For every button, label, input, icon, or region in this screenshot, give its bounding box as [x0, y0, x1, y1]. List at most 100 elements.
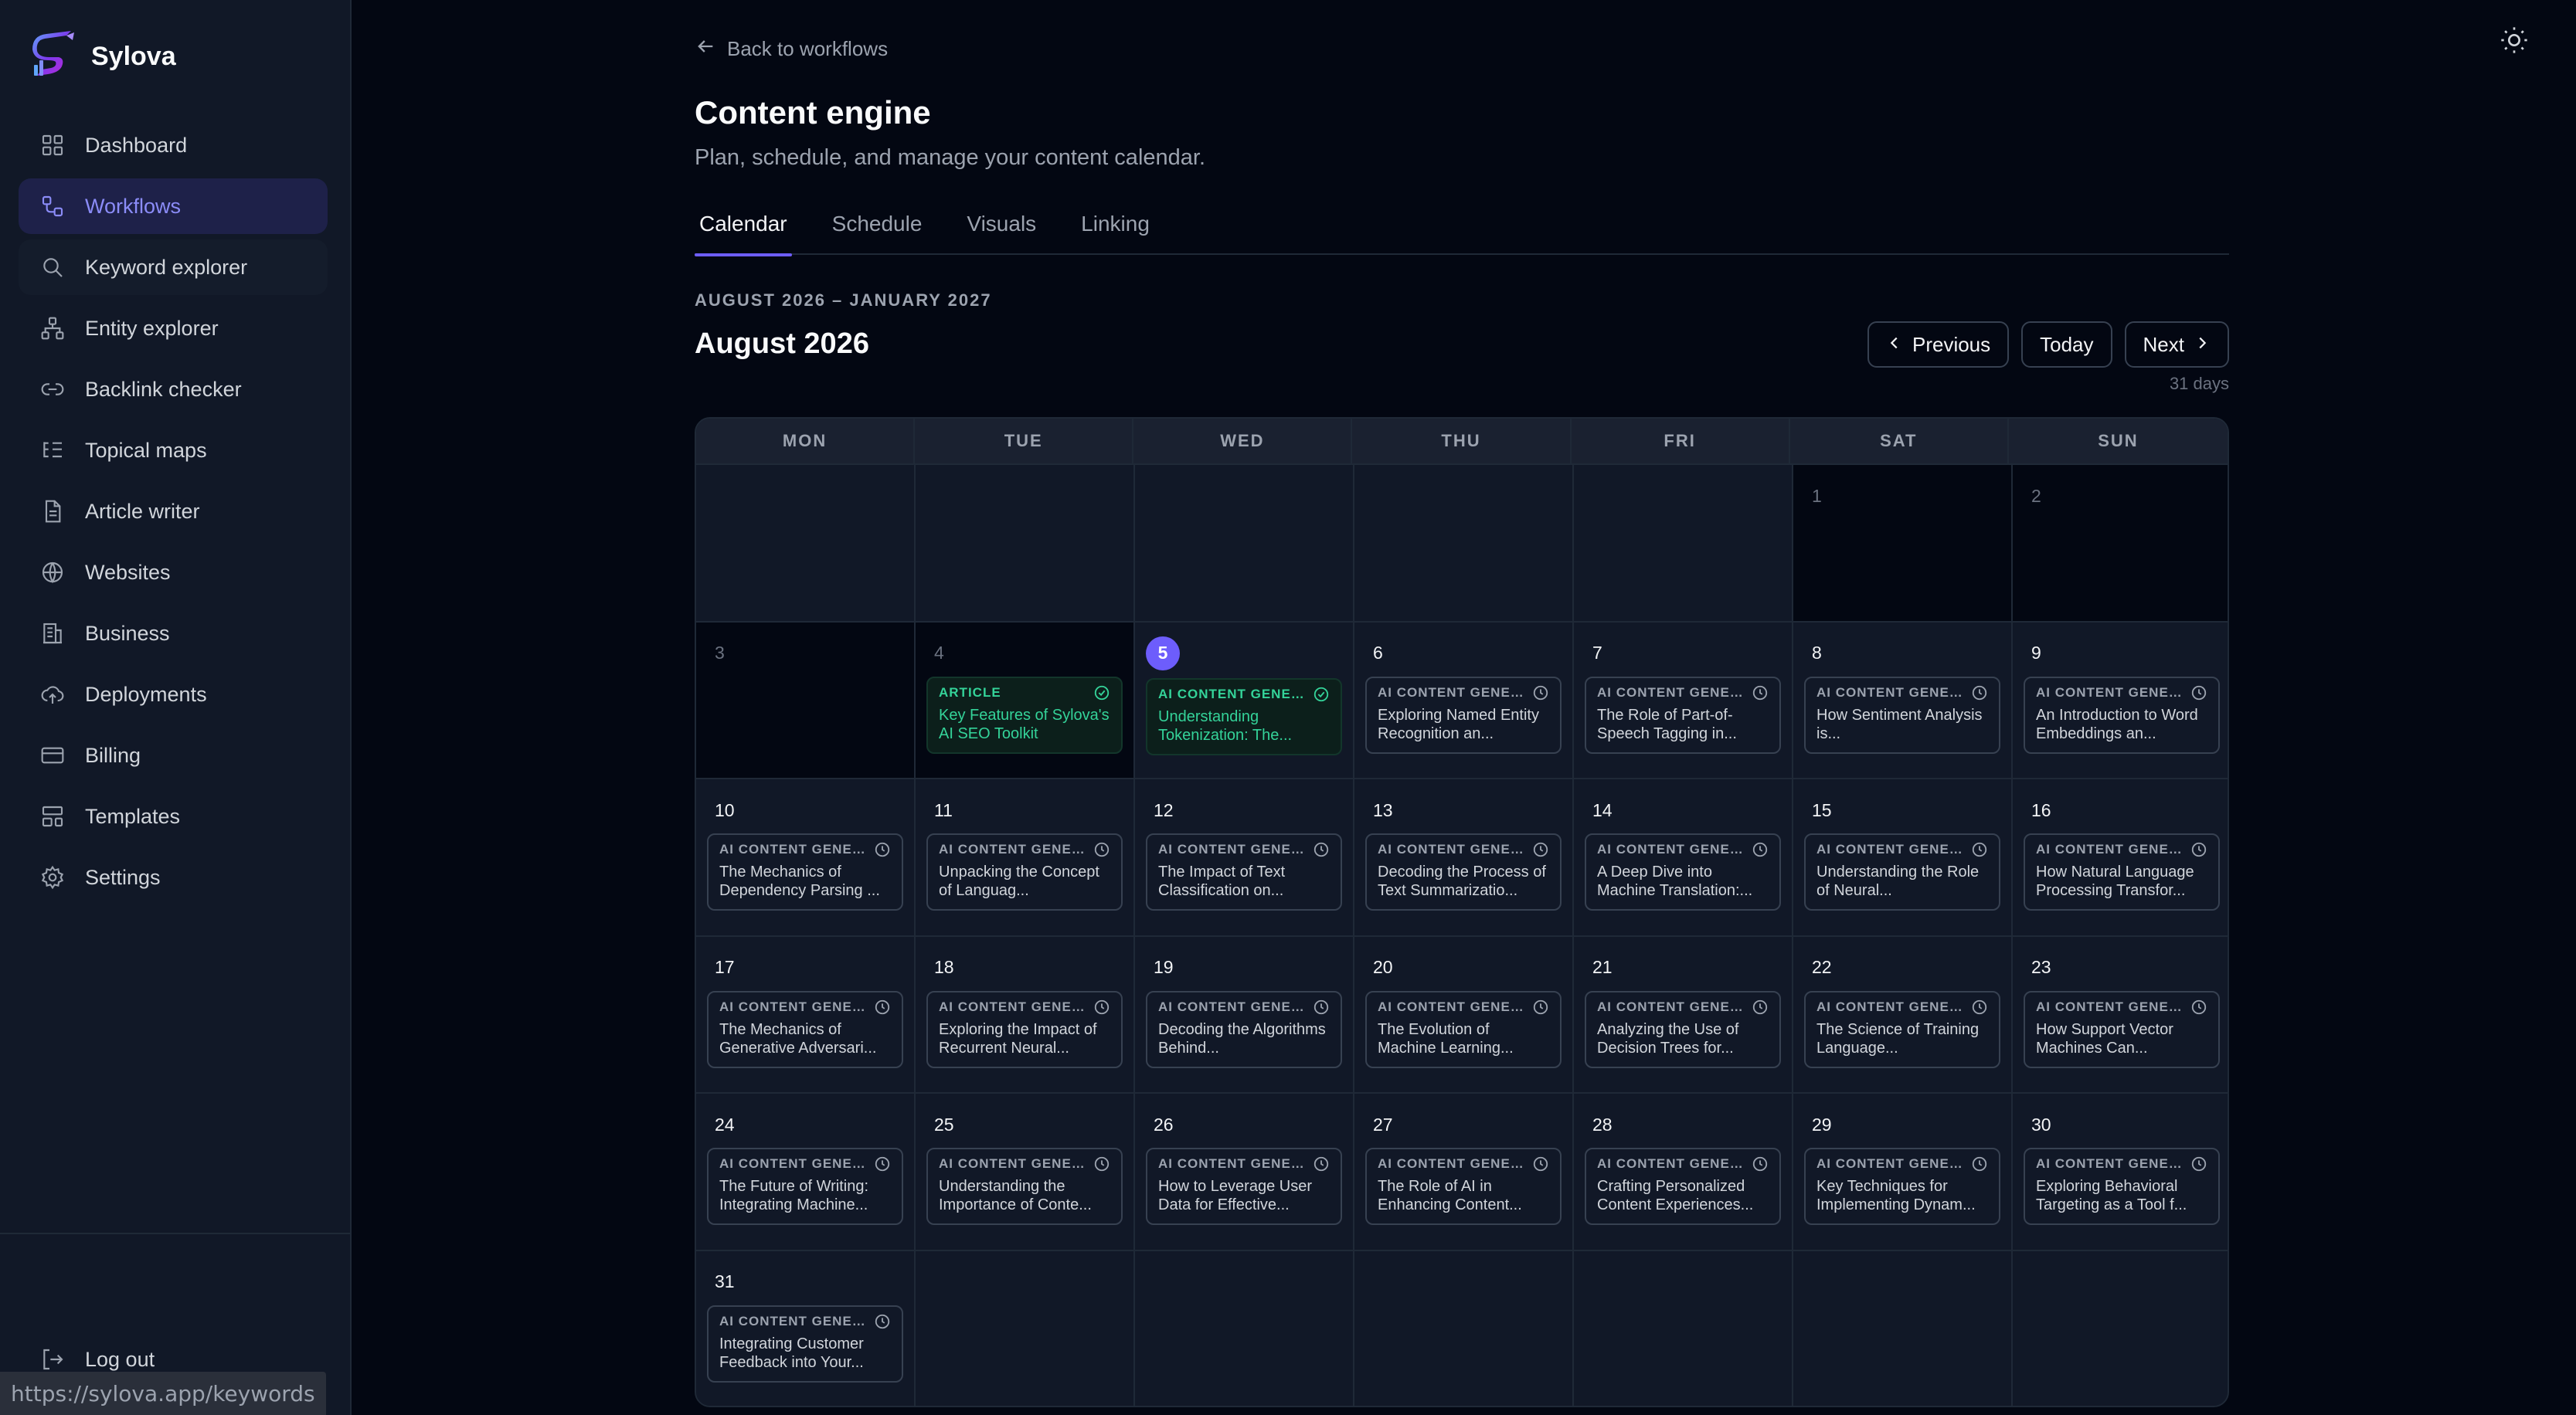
calendar-day-cell[interactable]: 20 AI CONTENT GENER... The Evolution of Ma… — [1354, 936, 1574, 1094]
event-header: AI CONTENT GENER... — [719, 841, 891, 858]
sidebar-item-article-writer[interactable]: Article writer — [19, 484, 328, 539]
calendar-event-card[interactable]: AI CONTENT GENER... Crafting Personalized… — [1585, 1148, 1781, 1226]
next-month-button[interactable]: Next — [2124, 321, 2229, 368]
calendar-day-cell[interactable]: 9 AI CONTENT GENER... An Introduction to W… — [2013, 622, 2228, 780]
calendar-event-card[interactable]: AI CONTENT GENER... How Support Vector Ma… — [2024, 990, 2220, 1068]
calendar-event-card[interactable]: AI CONTENT GENER... The Mechanics of Gene… — [707, 990, 903, 1068]
event-header: AI CONTENT GENER... — [1158, 1155, 1330, 1172]
tab-visuals[interactable]: Visuals — [962, 205, 1041, 255]
calendar-day-cell[interactable]: 6 AI CONTENT GENER... Exploring Named Enti… — [1354, 622, 1574, 780]
calendar-day-cell[interactable]: 11 AI CONTENT GENER... Unpacking the Conce… — [916, 779, 1135, 937]
calendar-event-card[interactable]: AI CONTENT GENER... The Role of Part-of-S… — [1585, 676, 1781, 754]
sidebar-item-workflows[interactable]: Workflows — [19, 178, 328, 234]
calendar-event-card[interactable]: AI CONTENT GENER... Understanding Tokeniz… — [1146, 677, 1342, 755]
theme-toggle-button[interactable] — [2499, 25, 2530, 56]
calendar-event-card[interactable]: AI CONTENT GENER... Key Techniques for Im… — [1804, 1148, 2000, 1226]
calendar-day-cell[interactable]: 16 AI CONTENT GENER... How Natural Languag… — [2013, 779, 2228, 937]
event-title: Decoding the Algorithms Behind... — [1158, 1020, 1326, 1057]
calendar-event-card[interactable]: AI CONTENT GENER... An Introduction to Wo… — [2024, 676, 2220, 754]
calendar-event-card[interactable]: AI CONTENT GENER... How to Leverage User … — [1146, 1148, 1342, 1226]
event-title: The Evolution of Machine Learning... — [1378, 1020, 1514, 1057]
sidebar-item-label: Topical maps — [85, 438, 207, 462]
weekday-label: THU — [1352, 419, 1572, 463]
calendar-day-cell[interactable]: 14 AI CONTENT GENER... A Deep Dive into Ma… — [1574, 779, 1793, 937]
list-tree-icon — [40, 438, 65, 463]
calendar-event-card[interactable]: AI CONTENT GENER... Decoding the Algorith… — [1146, 990, 1342, 1068]
tab-linking[interactable]: Linking — [1076, 205, 1154, 255]
calendar-day-cell[interactable]: 1 — [1793, 465, 2013, 623]
calendar-event-card[interactable]: AI CONTENT GENER... How Natural Language … — [2024, 833, 2220, 911]
event-header: AI CONTENT GENER... — [1158, 686, 1330, 703]
calendar-day-cell[interactable]: 17 AI CONTENT GENER... The Mechanics of Ge… — [696, 936, 916, 1094]
calendar-day-cell[interactable]: 2 — [2013, 465, 2228, 623]
sidebar-item-websites[interactable]: Websites — [19, 545, 328, 600]
tab-schedule[interactable]: Schedule — [828, 205, 927, 255]
calendar-event-card[interactable]: AI CONTENT GENER... The Future of Writing… — [707, 1148, 903, 1226]
event-type-label: AI CONTENT GENER... — [939, 1156, 1093, 1172]
calendar-day-cell[interactable]: 30 AI CONTENT GENER... Exploring Behaviora… — [2013, 1094, 2228, 1251]
calendar-event-card[interactable]: AI CONTENT GENER... The Role of AI in Enh… — [1365, 1148, 1562, 1226]
calendar-day-cell[interactable]: 13 AI CONTENT GENER... Decoding the Proces… — [1354, 779, 1574, 937]
logout-button[interactable]: Log out — [40, 1347, 155, 1372]
calendar-event-card[interactable]: AI CONTENT GENER... Exploring Behavioral … — [2024, 1148, 2220, 1226]
calendar-day-cell[interactable]: 4 ARTICLE Key Features of Sylova's AI SEO … — [916, 622, 1135, 780]
calendar-event-card[interactable]: AI CONTENT GENER... Understanding the Rol… — [1804, 833, 2000, 911]
sidebar-item-deployments[interactable]: Deployments — [19, 667, 328, 722]
sidebar: Sylova Dashboard Workflows Keyword explo… — [0, 0, 352, 1415]
sidebar-item-billing[interactable]: Billing — [19, 728, 328, 783]
calendar-event-card[interactable]: AI CONTENT GENER... Exploring the Impact … — [926, 990, 1123, 1068]
calendar-day-cell[interactable]: 10 AI CONTENT GENER... The Mechanics of De… — [696, 779, 916, 937]
calendar-day-cell[interactable]: 28 AI CONTENT GENER... Crafting Personaliz… — [1574, 1094, 1793, 1251]
sidebar-item-keyword-explorer[interactable]: Keyword explorer — [19, 239, 328, 295]
calendar-event-card[interactable]: AI CONTENT GENER... Exploring Named Entit… — [1365, 676, 1562, 754]
back-to-workflows-link[interactable]: Back to workflows — [695, 36, 888, 63]
calendar-day-cell[interactable]: 7 AI CONTENT GENER... The Role of Part-of-… — [1574, 622, 1793, 780]
calendar-day-cell[interactable]: 19 AI CONTENT GENER... Decoding the Algori… — [1135, 936, 1354, 1094]
calendar-event-card[interactable]: AI CONTENT GENER... Unpacking the Concept… — [926, 833, 1123, 911]
sidebar-item-settings[interactable]: Settings — [19, 850, 328, 905]
calendar-day-cell[interactable]: 8 AI CONTENT GENER... How Sentiment Analys… — [1793, 622, 2013, 780]
event-header: AI CONTENT GENER... — [1378, 999, 1549, 1016]
calendar-day-cell[interactable]: 21 AI CONTENT GENER... Analyzing the Use o… — [1574, 936, 1793, 1094]
calendar-event-card[interactable]: AI CONTENT GENER... The Mechanics of Depe… — [707, 833, 903, 911]
calendar-day-cell[interactable]: 12 AI CONTENT GENER... The Impact of Text … — [1135, 779, 1354, 937]
calendar-day-cell[interactable]: 24 AI CONTENT GENER... The Future of Writi… — [696, 1094, 916, 1251]
calendar-event-card[interactable]: AI CONTENT GENER... The Evolution of Mach… — [1365, 990, 1562, 1068]
tab-calendar[interactable]: Calendar — [695, 205, 792, 256]
event-title: The Role of Part-of-Speech Tagging in... — [1597, 706, 1737, 742]
calendar-day-cell[interactable]: 15 AI CONTENT GENER... Understanding the R… — [1793, 779, 2013, 937]
calendar-day-cell[interactable]: 31 AI CONTENT GENER... Integrating Custome… — [696, 1250, 916, 1406]
calendar-day-cell[interactable]: 5 AI CONTENT GENER... Understanding Tokeni… — [1135, 622, 1354, 780]
calendar-day-cell[interactable]: 25 AI CONTENT GENER... Understanding the I… — [916, 1094, 1135, 1251]
calendar-event-card[interactable]: AI CONTENT GENER... Understanding the Imp… — [926, 1148, 1123, 1226]
sidebar-item-topical-maps[interactable]: Topical maps — [19, 422, 328, 478]
calendar-event-card[interactable]: AI CONTENT GENER... Analyzing the Use of … — [1585, 990, 1781, 1068]
sidebar-item-business[interactable]: Business — [19, 606, 328, 661]
calendar-empty-cell — [1574, 1250, 1793, 1406]
calendar-event-card[interactable]: AI CONTENT GENER... The Science of Traini… — [1804, 990, 2000, 1068]
calendar-day-cell[interactable]: 22 AI CONTENT GENER... The Science of Trai… — [1793, 936, 2013, 1094]
calendar-day-cell[interactable]: 23 AI CONTENT GENER... How Support Vector … — [2013, 936, 2228, 1094]
sidebar-item-dashboard[interactable]: Dashboard — [19, 117, 328, 173]
sidebar-item-backlink-checker[interactable]: Backlink checker — [19, 361, 328, 417]
calendar-event-card[interactable]: ARTICLE Key Features of Sylova's AI SEO T… — [926, 676, 1123, 754]
calendar-day-cell[interactable]: 3 — [696, 622, 916, 780]
sidebar-item-templates[interactable]: Templates — [19, 789, 328, 844]
previous-month-button[interactable]: Previous — [1867, 321, 2010, 368]
calendar-event-card[interactable]: AI CONTENT GENER... A Deep Dive into Mach… — [1585, 833, 1781, 911]
brand[interactable]: Sylova — [31, 31, 176, 82]
entity-icon — [40, 316, 65, 341]
dashboard-icon — [40, 133, 65, 158]
today-button[interactable]: Today — [2021, 321, 2112, 368]
calendar-day-cell[interactable]: 26 AI CONTENT GENER... How to Leverage Use… — [1135, 1094, 1354, 1251]
day-number: 13 — [1373, 799, 1393, 820]
calendar-day-cell[interactable]: 27 AI CONTENT GENER... The Role of AI in E… — [1354, 1094, 1574, 1251]
event-header: AI CONTENT GENER... — [1597, 1155, 1769, 1172]
calendar-event-card[interactable]: AI CONTENT GENER... How Sentiment Analysi… — [1804, 676, 2000, 754]
calendar-event-card[interactable]: AI CONTENT GENER... Integrating Customer … — [707, 1305, 903, 1383]
calendar-event-card[interactable]: AI CONTENT GENER... Decoding the Process … — [1365, 833, 1562, 911]
sidebar-item-entity-explorer[interactable]: Entity explorer — [19, 300, 328, 356]
calendar-event-card[interactable]: AI CONTENT GENER... The Impact of Text Cl… — [1146, 833, 1342, 911]
calendar-day-cell[interactable]: 29 AI CONTENT GENER... Key Techniques for … — [1793, 1094, 2013, 1251]
calendar-day-cell[interactable]: 18 AI CONTENT GENER... Exploring the Impac… — [916, 936, 1135, 1094]
